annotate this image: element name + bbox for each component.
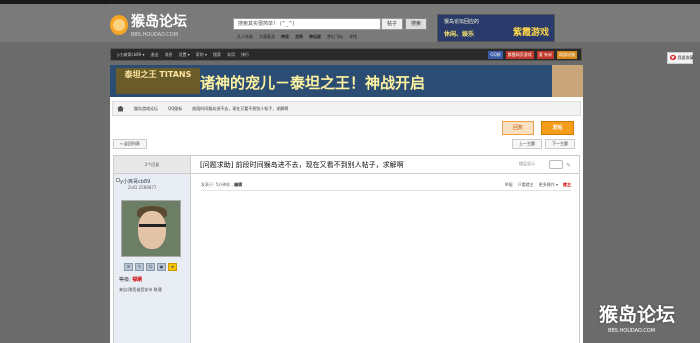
- facility-button[interactable]: 网游设施: [557, 51, 577, 59]
- more-ops-menu[interactable]: 更多操作 ▾: [539, 182, 558, 188]
- site-name[interactable]: 猴岛论坛: [131, 15, 187, 30]
- nav-search[interactable]: 搜索: [213, 49, 221, 60]
- avatar[interactable]: [121, 200, 181, 257]
- avatar-face: [138, 211, 166, 249]
- post-divider: [201, 190, 571, 191]
- post-meta: 发表于: 5分钟前 , 编辑: [201, 182, 242, 188]
- nav-settings[interactable]: 设置 ▾: [178, 49, 189, 60]
- search-input[interactable]: 搜索其实很简单！ (^_^): [233, 18, 381, 30]
- banner-character-art: [552, 65, 583, 97]
- level-value: 禄刷: [132, 277, 143, 283]
- view-mode-label: 楼层显示: [519, 161, 535, 166]
- promo-banner[interactable]: 猴岛论坛回应的 休闲、娱乐 紫霞游戏: [437, 14, 555, 42]
- home-icon[interactable]: [117, 105, 124, 112]
- promo-line2: 休闲、娱乐: [444, 31, 475, 38]
- promo-line1: 猴岛论坛回应的: [444, 19, 480, 25]
- reply-button[interactable]: 回复: [502, 121, 534, 135]
- nav-right-buttons: QQ群 紫霞网页游戏 爱 有米 网游设施: [488, 51, 577, 59]
- qq-group-button[interactable]: QQ群: [488, 51, 503, 59]
- view-mode-toggle[interactable]: [549, 160, 563, 169]
- friend-icon[interactable]: ☺: [146, 263, 155, 271]
- monkey-logo-icon[interactable]: [110, 15, 128, 35]
- nav-home-menu[interactable]: 家的 ▾: [196, 49, 207, 60]
- floor-label: 楼主: [563, 182, 571, 187]
- author-sidebar: y小爽哥cb89 ZxID 2589877 ✉ ✎ ☺ ▣ ★ 等级: 禄刷 来…: [113, 174, 191, 343]
- meta-separator: ,: [231, 182, 233, 187]
- message-icon[interactable]: ✉: [124, 263, 133, 271]
- hot-word[interactable]: 梦幻飞仙: [327, 34, 343, 40]
- hot-words: 凡人修真 大唐真龙 神佳 龙将 神仙道 梦幻飞仙 寻找: [237, 34, 357, 40]
- search-button[interactable]: 搜索: [405, 18, 427, 30]
- author-location: 来自:陕西省西安市 联通: [119, 287, 162, 292]
- post-body: 发表于: 5分钟前 , 编辑 举报 只看楼主 更多操作 ▾ 楼主: [191, 174, 580, 343]
- author-action-icons: ✉ ✎ ☺ ▣ ★: [124, 263, 177, 271]
- back-to-list-button[interactable]: « 返回列表: [113, 139, 147, 149]
- nav-items: y小爽哥cb89 ▾ 退出 消息 设置 ▾ 家的 ▾ 搜索 实用 排行: [117, 49, 249, 60]
- author-name[interactable]: y小爽哥cb89: [120, 178, 150, 185]
- hot-word[interactable]: 龙将: [295, 34, 303, 40]
- page-content: 泰坦之王 TITANS 诸神的宠儿－泰坦之王！神战开启 猴岛游戏论坛 QQ图标 …: [110, 65, 583, 343]
- nav-logout[interactable]: 退出: [150, 49, 158, 60]
- author-only-link[interactable]: 只看楼主: [518, 182, 534, 188]
- promo-brand: 紫霞游戏: [512, 28, 549, 38]
- author-uid: ZxID 2589877: [128, 185, 157, 190]
- nav-tools[interactable]: 实用: [227, 49, 235, 60]
- new-post-button[interactable]: 发帖: [541, 121, 574, 135]
- watermark-logo: 猴岛论坛: [599, 304, 676, 326]
- post-operations: 举报 只看楼主 更多操作 ▾ 楼主: [505, 182, 571, 188]
- webgame-button[interactable]: 紫霞网页游戏: [505, 51, 534, 59]
- edit-icon[interactable]: ✎: [135, 263, 144, 271]
- author-level: 等级: 禄刷: [119, 276, 142, 283]
- qq-icon[interactable]: ★: [168, 263, 177, 271]
- pen-icon[interactable]: ✎: [566, 162, 571, 169]
- next-topic-button[interactable]: 下一主题: [545, 139, 575, 149]
- edit-link[interactable]: 编辑: [234, 182, 242, 187]
- breadcrumb: 猴岛游戏论坛 QQ图标 前段时间猴岛进不去，现在又看不到别人帖子，求解啊: [112, 101, 581, 116]
- watermark-url: BBS.HOUDAO.COM: [608, 328, 656, 334]
- profile-icon[interactable]: ▣: [157, 263, 166, 271]
- hot-word[interactable]: 神佳: [281, 34, 289, 40]
- site-header: 猴岛论坛 BBS.HOUDAO.COM 搜索其实很简单！ (^_^) 帖子 搜索…: [0, 4, 700, 42]
- thread-header: 2个回复 [问题求助] 前段时间猴岛进不去，现在又看不到别人帖子，求解啊 楼层显…: [113, 155, 580, 174]
- favorite-button[interactable]: ♥ 我要收藏: [667, 52, 694, 64]
- avatar-glasses: [139, 224, 166, 230]
- breadcrumb-thread: 前段时间猴岛进不去，现在又看不到别人帖子，求解啊: [192, 105, 289, 111]
- nav-ranking[interactable]: 排行: [241, 49, 249, 60]
- post-time-label: 发表于:: [201, 182, 215, 187]
- nav-messages[interactable]: 消息: [164, 49, 172, 60]
- report-link[interactable]: 举报: [505, 182, 513, 188]
- youmi-button[interactable]: 爱 有米: [536, 51, 554, 59]
- breadcrumb-board[interactable]: QQ图标: [168, 106, 182, 112]
- nav-bar: y小爽哥cb89 ▾ 退出 消息 设置 ▾ 家的 ▾ 搜索 实用 排行 QQ群 …: [110, 48, 582, 61]
- reply-count: 2个回复: [114, 156, 191, 173]
- hot-word[interactable]: 凡人修真: [237, 34, 253, 40]
- hot-word[interactable]: 大唐真龙: [259, 34, 275, 40]
- ad-banner[interactable]: 泰坦之王 TITANS 诸神的宠儿－泰坦之王！神战开启: [110, 65, 583, 97]
- level-label: 等级:: [119, 277, 131, 283]
- nav-user-menu[interactable]: y小爽哥cb89 ▾: [117, 49, 144, 60]
- banner-slogan: 诸神的宠儿－泰坦之王！神战开启: [200, 74, 426, 92]
- favorite-label: 我要收藏: [677, 55, 694, 60]
- hot-word[interactable]: 神仙道: [309, 34, 321, 40]
- hot-word[interactable]: 寻找: [349, 34, 357, 40]
- prev-topic-button[interactable]: 上一主题: [512, 139, 542, 149]
- search-scope-select[interactable]: 帖子: [381, 18, 403, 30]
- thread-title: [问题求助] 前段时间猴岛进不去，现在又看不到别人帖子，求解啊: [200, 161, 404, 169]
- heart-icon: ♥: [670, 55, 676, 60]
- site-url: BBS.HOUDAO.COM: [131, 32, 179, 38]
- banner-game-logo: 泰坦之王 TITANS: [116, 68, 200, 94]
- breadcrumb-forum[interactable]: 猴岛游戏论坛: [134, 106, 158, 112]
- post-time: 5分钟前: [215, 182, 231, 187]
